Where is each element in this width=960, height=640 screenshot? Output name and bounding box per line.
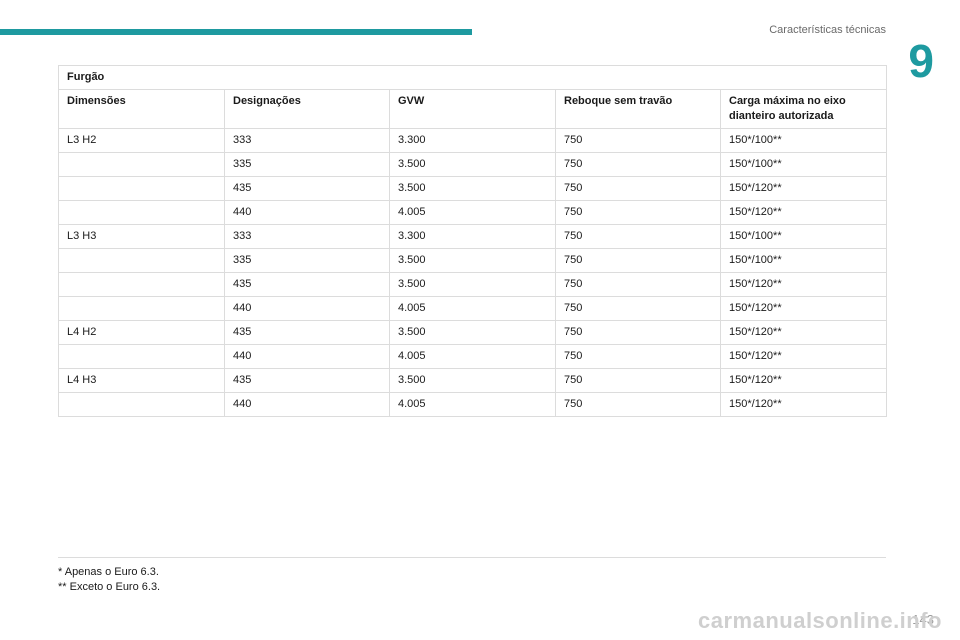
top-accent-bar: [0, 29, 472, 35]
table-cell: 750: [555, 368, 721, 393]
footnote: ** Exceto o Euro 6.3.: [58, 581, 161, 593]
table-cell: 3.500: [389, 272, 556, 297]
dimension-cell: [58, 392, 225, 417]
table-row: 440 4.005 750 150*/120**: [58, 296, 888, 321]
table-cell: 750: [555, 152, 721, 177]
table-cell: 750: [555, 224, 721, 249]
table-cell: 750: [555, 296, 721, 321]
dimension-cell: L4 H3: [58, 368, 225, 393]
dimension-cell: [58, 152, 225, 177]
footnote-divider: [58, 557, 886, 558]
table-row: L4 H3 435 3.500 750 150*/120**: [58, 368, 888, 393]
table-row: L3 H2 333 3.300 750 150*/100**: [58, 128, 888, 153]
table-cell: 440: [224, 392, 390, 417]
column-header: GVW: [389, 89, 556, 129]
table-cell: 150*/120**: [719, 200, 888, 225]
table-header-row: Dimensões Designações GVW Reboque sem travã…: [58, 89, 888, 129]
table-cell: 150*/100**: [719, 128, 888, 153]
spec-table: Furgão Dimensões Designações GVW Reboque se…: [57, 65, 888, 417]
table-cell: 3.300: [389, 224, 556, 249]
table-cell: 435: [224, 176, 390, 201]
dimension-cell: [58, 200, 225, 225]
watermark-text: carmanualsonline.info: [698, 608, 942, 633]
table-cell: 435: [224, 272, 390, 297]
table-cell: 333: [224, 224, 390, 249]
table-cell: 750: [555, 344, 721, 369]
table-cell: 335: [224, 248, 390, 273]
table-cell: 150*/120**: [719, 392, 888, 417]
table-cell: 750: [555, 128, 721, 153]
table-cell: 150*/100**: [719, 224, 888, 249]
column-header: Reboque sem travão: [555, 89, 721, 129]
table-row: 435 3.500 750 150*/120**: [58, 272, 888, 297]
table-row: L3 H3 333 3.300 750 150*/100**: [58, 224, 888, 249]
table-cell: 3.500: [389, 152, 556, 177]
table-row: 335 3.500 750 150*/100**: [58, 248, 888, 273]
table-row: 440 4.005 750 150*/120**: [58, 392, 888, 417]
table-cell: 440: [224, 200, 390, 225]
table-row: L4 H2 435 3.500 750 150*/120**: [58, 320, 888, 345]
table-cell: 150*/100**: [719, 248, 888, 273]
table-cell: 440: [224, 344, 390, 369]
table-row: 440 4.005 750 150*/120**: [58, 200, 888, 225]
column-header: Carga máxima no eixo dianteiro autorizad…: [719, 89, 888, 129]
dimension-cell: [58, 296, 225, 321]
table-row: 440 4.005 750 150*/120**: [58, 344, 888, 369]
table-cell: 435: [224, 320, 390, 345]
dimension-cell: L3 H2: [58, 128, 225, 153]
column-header: Dimensões: [58, 89, 225, 129]
table-cell: 150*/100**: [719, 152, 888, 177]
table-cell: 335: [224, 152, 390, 177]
section-title: Características técnicas: [769, 24, 886, 36]
table-cell: 150*/120**: [719, 320, 888, 345]
table-cell: 750: [555, 320, 721, 345]
table-cell: 3.500: [389, 368, 556, 393]
dimension-cell: [58, 176, 225, 201]
footnotes: * Apenas o Euro 6.3. ** Exceto o Euro 6.…: [58, 565, 160, 595]
dimension-cell: [58, 272, 225, 297]
table-cell: 435: [224, 368, 390, 393]
table-cell: 3.500: [389, 320, 556, 345]
table-cell: 4.005: [389, 296, 556, 321]
table-cell: 150*/120**: [719, 368, 888, 393]
table-cell: 3.500: [389, 248, 556, 273]
table-cell: 150*/120**: [719, 296, 888, 321]
footnote: * Apenas o Euro 6.3.: [58, 566, 159, 578]
table-cell: 750: [555, 176, 721, 201]
table-cell: 150*/120**: [719, 176, 888, 201]
dimension-cell: L4 H2: [58, 320, 225, 345]
table-cell: 4.005: [389, 392, 556, 417]
table-title: Furgão: [57, 65, 888, 90]
table-cell: 3.500: [389, 176, 556, 201]
chapter-number: 9: [908, 35, 934, 87]
table-cell: 150*/120**: [719, 272, 888, 297]
dimension-cell: L3 H3: [58, 224, 225, 249]
table-row: 435 3.500 750 150*/120**: [58, 176, 888, 201]
table-cell: 4.005: [389, 200, 556, 225]
dimension-cell: [58, 344, 225, 369]
table-cell: 150*/120**: [719, 344, 888, 369]
table-cell: 750: [555, 200, 721, 225]
table-cell: 750: [555, 392, 721, 417]
table-cell: 750: [555, 248, 721, 273]
table-cell: 750: [555, 272, 721, 297]
table-cell: 440: [224, 296, 390, 321]
table-cell: 333: [224, 128, 390, 153]
table-cell: 3.300: [389, 128, 556, 153]
table-cell: 4.005: [389, 344, 556, 369]
column-header: Designações: [224, 89, 390, 129]
dimension-cell: [58, 248, 225, 273]
table-row: 335 3.500 750 150*/100**: [58, 152, 888, 177]
